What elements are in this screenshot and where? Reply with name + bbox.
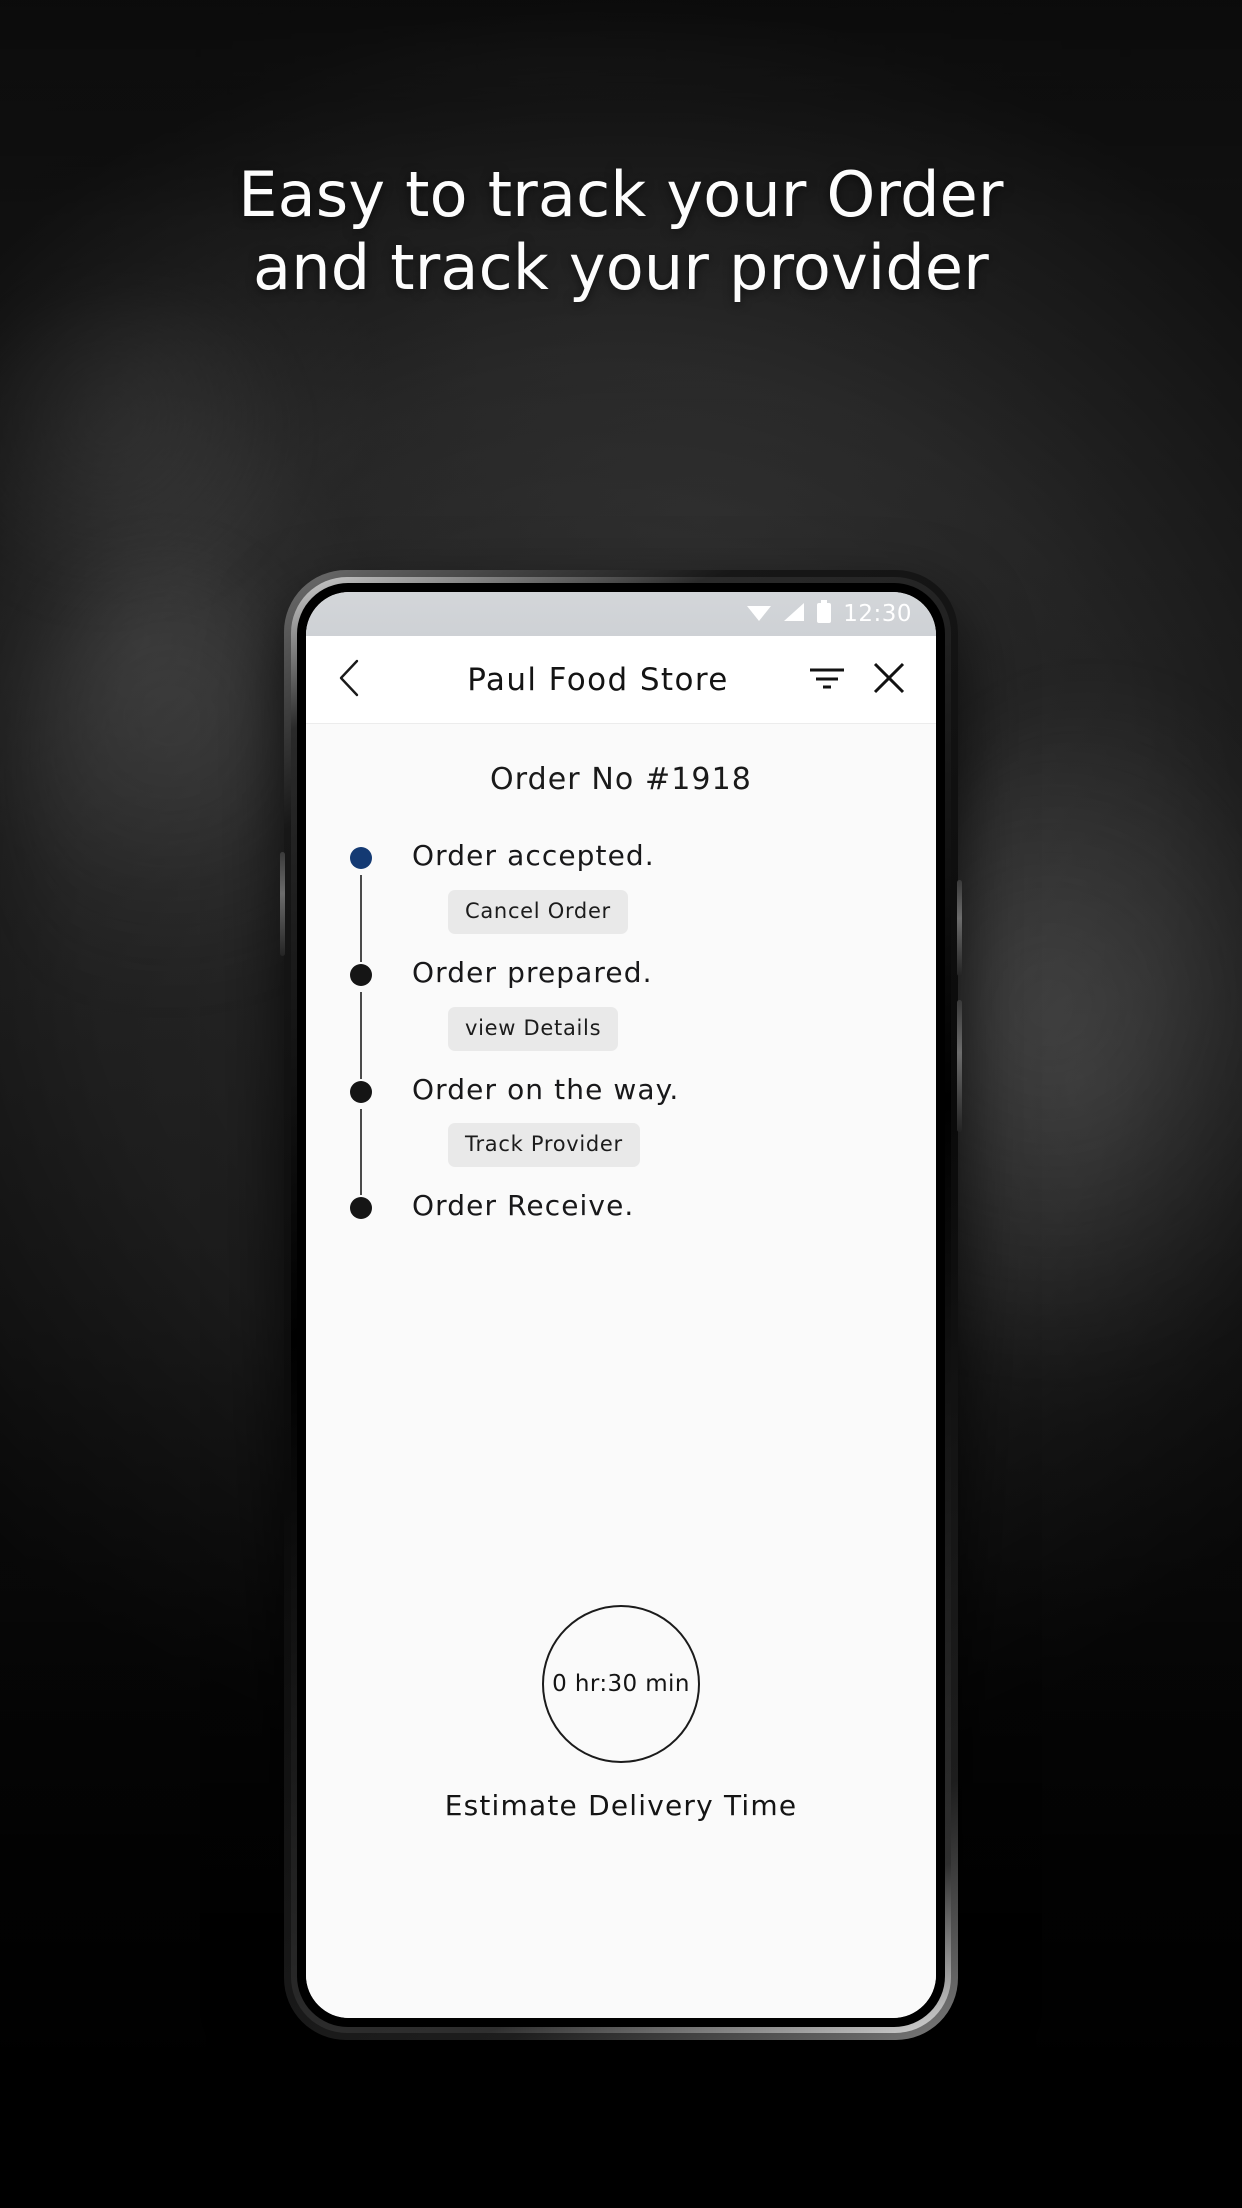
- timeline-step-label: Order Receive.: [412, 1189, 635, 1223]
- timeline-step-label: Order on the way.: [412, 1072, 680, 1106]
- timeline-connector: [360, 1108, 362, 1196]
- close-button[interactable]: [868, 659, 910, 701]
- status-dot-prepared: [350, 963, 372, 986]
- power-button[interactable]: [280, 852, 285, 956]
- phone-frame-ring: 12:30 Paul Food Store Order No #1918 Ord…: [291, 577, 951, 2033]
- timeline-step-action: Cancel Order: [412, 872, 906, 958]
- headline-line-2: and track your provider: [253, 231, 989, 305]
- timeline-step-order-prepared: Order prepared. view Details: [350, 955, 906, 1079]
- status-dot-receive: [350, 1197, 372, 1220]
- wifi-icon: [746, 602, 772, 626]
- app-bar: Paul Food Store: [306, 636, 936, 724]
- order-status-timeline: Order accepted. Cancel Order Order prepa…: [336, 839, 906, 1222]
- page-title: Paul Food Store: [467, 661, 729, 698]
- order-tracking-content: Order No #1918 Order accepted. Cancel Or…: [306, 724, 936, 2018]
- estimate-time-value: 0 hr:30 min: [552, 1671, 690, 1697]
- back-chevron-icon: [337, 658, 363, 702]
- phone-screen: 12:30 Paul Food Store Order No #1918 Ord…: [306, 592, 936, 2018]
- timeline-connector: [360, 991, 362, 1079]
- estimate-delivery-section: 0 hr:30 min Estimate Delivery Time: [336, 1605, 906, 2018]
- close-icon: [871, 660, 907, 700]
- timeline-step-action: view Details: [412, 989, 906, 1075]
- timeline-step-order-receive: Order Receive.: [350, 1191, 906, 1222]
- timeline-connector: [360, 875, 362, 962]
- filter-button[interactable]: [806, 659, 848, 701]
- signal-icon: [783, 602, 805, 626]
- status-dot-accepted: [350, 847, 372, 869]
- estimate-time-caption: Estimate Delivery Time: [444, 1789, 798, 1822]
- back-button[interactable]: [328, 658, 372, 702]
- view-details-button[interactable]: view Details: [448, 1006, 619, 1051]
- headline-line-1: Easy to track your Order: [238, 158, 1004, 231]
- status-bar-clock: 12:30: [843, 601, 912, 627]
- timeline-step-action: Track Provider: [412, 1105, 906, 1191]
- track-provider-button[interactable]: Track Provider: [448, 1123, 640, 1168]
- timeline-step-order-accepted: Order accepted. Cancel Order: [350, 839, 906, 962]
- volume-up-button[interactable]: [957, 880, 962, 976]
- promo-headline: Easy to track your Order and track your …: [0, 158, 1242, 304]
- timeline-step-label: Order accepted.: [412, 839, 655, 872]
- battery-icon: [816, 600, 832, 628]
- volume-down-button[interactable]: [957, 1000, 962, 1132]
- status-dot-on-the-way: [350, 1080, 372, 1103]
- estimate-time-circle: 0 hr:30 min: [542, 1605, 700, 1763]
- cancel-order-button[interactable]: Cancel Order: [448, 889, 628, 934]
- filter-icon: [807, 664, 847, 696]
- promo-screenshot: Easy to track your Order and track your …: [0, 0, 1242, 2208]
- app-bar-actions: [806, 659, 910, 701]
- timeline-step-label: Order prepared.: [412, 955, 653, 989]
- status-bar: 12:30: [306, 592, 936, 636]
- order-number: Order No #1918: [489, 762, 752, 797]
- timeline-step-order-on-the-way: Order on the way. Track Provider: [350, 1072, 906, 1196]
- phone-mockup: 12:30 Paul Food Store Order No #1918 Ord…: [280, 570, 962, 2040]
- phone-bezel: 12:30 Paul Food Store Order No #1918 Ord…: [297, 583, 945, 2027]
